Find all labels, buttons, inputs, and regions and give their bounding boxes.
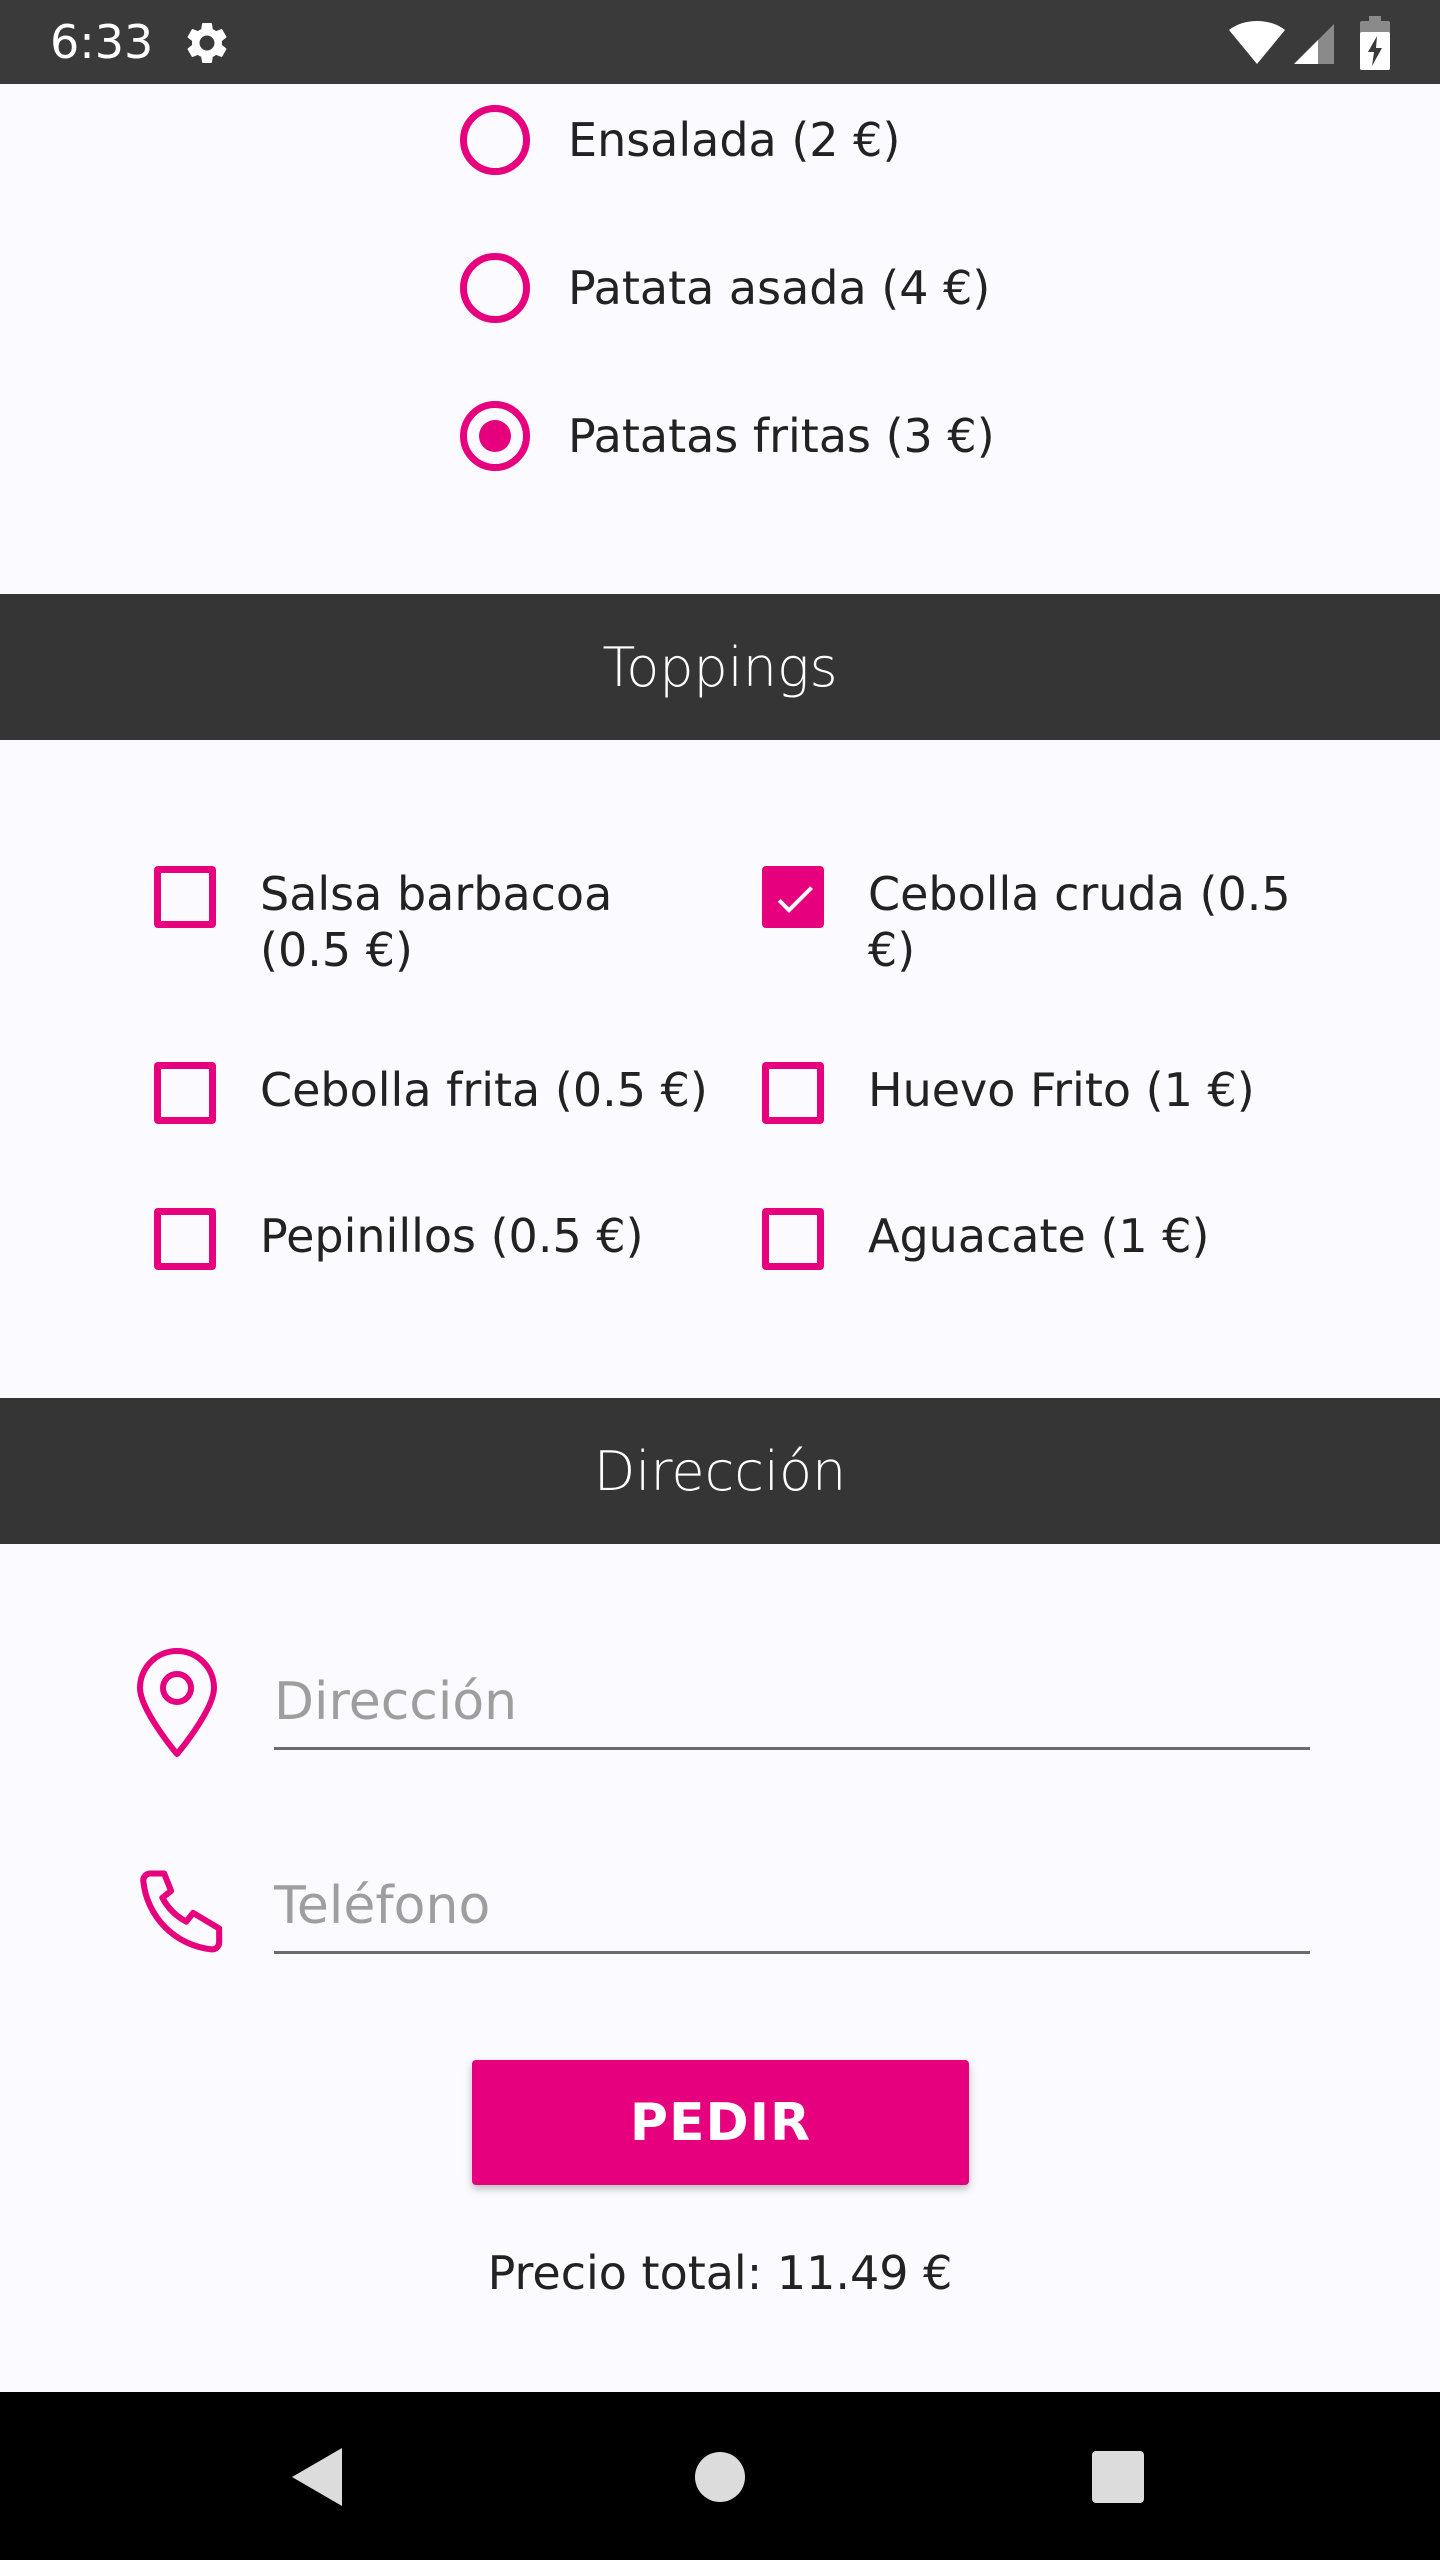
topping-huevo-frito[interactable]: Huevo Frito (1 €) [762,1062,1322,1124]
topping-cebolla-cruda[interactable]: Cebolla cruda (0.5 €) [762,866,1302,978]
navigation-bar [0,2392,1440,2560]
total-price: Precio total: 11.49 € [487,2246,953,2300]
checkbox[interactable] [762,1208,824,1270]
checkbox[interactable] [154,1062,216,1124]
home-icon[interactable] [694,2442,746,2512]
radio-label: Patata asada (4 €) [568,261,991,315]
checkbox-label: Salsa barbacoa (0.5 €) [260,867,613,977]
phone-icon [140,1870,223,1953]
battery-icon [1360,16,1390,70]
back-icon[interactable] [286,2442,350,2512]
checkbox[interactable] [154,866,216,928]
radio-option-patatas-fritas[interactable]: Patatas fritas (3 €) [460,396,1160,476]
signal-icon [1294,24,1334,64]
topping-salsa-barbacoa[interactable]: Salsa barbacoa (0.5 €) [154,866,694,978]
radio-option-patata-asada[interactable]: Patata asada (4 €) [460,248,1160,328]
screen: 6:33 Ensalada (2 €) Patata asada (4 €) P… [0,0,1440,2560]
toppings-header: Toppings [0,594,1440,740]
radio-button[interactable] [460,253,530,323]
radio-label: Patatas fritas (3 €) [568,409,995,463]
check-icon [777,886,813,913]
checkbox[interactable] [154,1208,216,1270]
address-input[interactable] [274,1667,1310,1737]
checkbox-label: Cebolla frita (0.5 €) [260,1063,708,1117]
recents-icon[interactable] [1090,2442,1146,2512]
radio-option-ensalada[interactable]: Ensalada (2 €) [460,100,1160,180]
checkbox-checked[interactable] [762,866,824,928]
topping-cebolla-frita[interactable]: Cebolla frita (0.5 €) [154,1062,714,1124]
address-header: Dirección [0,1398,1440,1544]
gear-icon [187,22,227,63]
topping-aguacate[interactable]: Aguacate (1 €) [762,1208,1322,1270]
topping-pepinillos[interactable]: Pepinillos (0.5 €) [154,1208,714,1270]
checkbox-label: Aguacate (1 €) [868,1209,1210,1263]
address-field[interactable] [274,1640,1310,1750]
location-pin-icon [137,1648,217,1757]
status-time: 6:33 [50,15,154,69]
radio-label: Ensalada (2 €) [568,113,901,167]
order-button[interactable]: PEDIR [472,2060,969,2185]
checkbox-label: Pepinillos (0.5 €) [260,1209,644,1263]
status-bar: 6:33 [0,0,1440,84]
wifi-icon [1229,21,1285,64]
phone-field[interactable] [274,1844,1310,1954]
checkbox-label: Cebolla cruda (0.5 €) [868,867,1291,977]
checkbox-label: Huevo Frito (1 €) [868,1063,1255,1117]
radio-button[interactable] [460,105,530,175]
phone-input[interactable] [274,1871,1310,1941]
checkbox[interactable] [762,1062,824,1124]
radio-button-selected[interactable] [460,401,530,471]
